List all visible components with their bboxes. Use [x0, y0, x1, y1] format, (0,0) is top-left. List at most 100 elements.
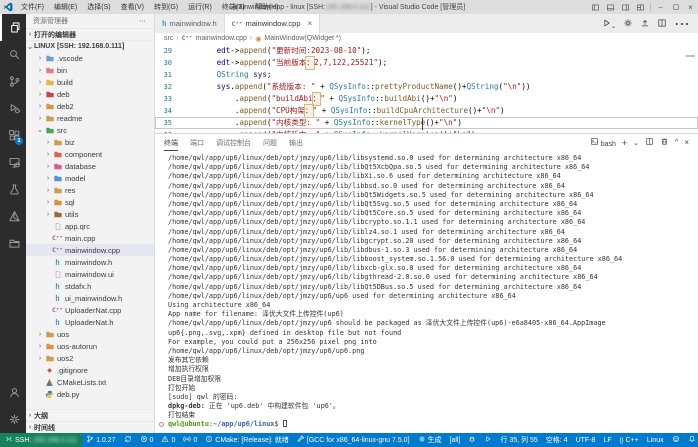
activity-item-remote-explorer[interactable] [0, 149, 26, 176]
settings-gear-icon[interactable] [623, 15, 633, 33]
tree-item-main.cpp[interactable]: C⁺⁺main.cpp [26, 232, 154, 244]
tree-item-bin[interactable]: ›bin [26, 64, 154, 76]
tree-item-.vscode[interactable]: ›.vscode [26, 52, 154, 64]
section-outline[interactable]: › 大纲 [26, 409, 154, 421]
status-encoding[interactable]: UTF-8 [572, 433, 600, 447]
breadcrumb-item[interactable]: src [164, 35, 173, 42]
tree-item-UploaderNat.cpp[interactable]: C⁺⁺UploaderNat.cpp [26, 304, 154, 316]
tree-item-database[interactable]: ›database [26, 160, 154, 172]
upload-icon[interactable] [640, 15, 650, 33]
section-open-editors[interactable]: › 打开的编辑器 [26, 28, 154, 40]
code-editor[interactable]: 29 edt->append("更新时间:2023-08-10");30 edt… [155, 44, 698, 133]
tree-item-mainwindow.cpp[interactable]: C⁺⁺mainwindow.cpp [26, 244, 154, 256]
status-cmake-kit[interactable]: [GCC for x86_64-linux-gnu 7.5.0] [293, 433, 414, 447]
status-notifications-bell[interactable] [684, 433, 698, 447]
minimize-icon[interactable]: – [653, 0, 668, 14]
new-terminal-button[interactable]: + [622, 138, 627, 148]
tree-item-uos2[interactable]: ›uos2 [26, 352, 154, 364]
status-cmake-status[interactable]: CMake: [Release]: 就绪 [201, 433, 293, 447]
tree-item-deb[interactable]: ›deb [26, 88, 154, 100]
status-remote-os[interactable]: Linux [643, 433, 668, 447]
status-cmake-target[interactable]: [all] [446, 433, 465, 447]
split-editor-icon[interactable] [657, 15, 667, 33]
tree-item-uos[interactable]: ›uos [26, 328, 154, 340]
breadcrumb-item[interactable]: mainwindow.cpp [196, 35, 247, 42]
kill-terminal-trash-icon[interactable] [660, 137, 669, 148]
status-eol[interactable]: LF [599, 433, 615, 447]
tree-item-mainwindow.ui[interactable]: mainwindow.ui [26, 268, 154, 280]
close-tab-icon[interactable]: × [308, 19, 313, 28]
layout-panel-toggle-icon[interactable] [603, 0, 618, 14]
activity-item-search[interactable] [0, 41, 26, 68]
tree-item-model[interactable]: ›model [26, 172, 154, 184]
tree-item-app.qrc[interactable]: app.qrc [26, 220, 154, 232]
status-warnings-count[interactable]: 0 [157, 433, 179, 447]
more-actions-icon[interactable]: ⋯ [674, 14, 691, 34]
section-timeline[interactable]: › 时间线 [26, 421, 154, 433]
layout-sidebar-toggle-icon[interactable] [588, 0, 603, 14]
panel-tab-终端[interactable]: 终端 [164, 135, 178, 151]
status-sync-changes[interactable] [120, 433, 136, 447]
maximize-icon[interactable] [668, 0, 683, 14]
tree-item-component[interactable]: ›component [26, 148, 154, 160]
activity-item-explorer[interactable] [0, 14, 26, 41]
activity-item-source-control[interactable] [0, 68, 26, 95]
activity-item-extensions[interactable]: 1 [0, 122, 26, 149]
tree-item-mainwindow.h[interactable]: hmainwindow.h [26, 256, 154, 268]
status-language-mode[interactable]: {}C++ [616, 433, 643, 447]
panel-tab-调试控制台[interactable]: 调试控制台 [216, 135, 251, 151]
tree-item-CMakeLists.txt[interactable]: CMakeLists.txt [26, 376, 154, 388]
activity-item-settings[interactable] [0, 406, 26, 433]
activity-item-project-manager[interactable] [0, 230, 26, 257]
section-workspace[interactable]: ⌄ LINUX [SSH: 192.168.0.111] [26, 40, 154, 52]
activity-item-run-debug[interactable] [0, 95, 26, 122]
launch-profile-chevron-icon[interactable]: ⌄ [633, 139, 639, 147]
terminal[interactable]: /home/qwl/app/up6/linux/deb/opt/jmzy/up6… [155, 151, 698, 433]
breadcrumb-item[interactable]: MainWindow(QWidget *) [264, 35, 341, 42]
status-feedback[interactable] [668, 433, 684, 447]
tree-item-uos-autorun[interactable]: ›uos-autorun [26, 340, 154, 352]
menubar-item[interactable]: 文件(F) [16, 2, 49, 12]
tree-item-sql[interactable]: ›sql [26, 196, 154, 208]
layout-secondary-sidebar-toggle-icon[interactable] [618, 0, 633, 14]
menubar-item[interactable]: 转到(G) [149, 2, 183, 12]
terminal-profile-selector[interactable]: bash [590, 137, 616, 148]
tree-item-UploaderNat.h[interactable]: hUploaderNat.h [26, 316, 154, 328]
menubar-item[interactable]: 编辑(E) [49, 2, 82, 12]
layout-customize-icon[interactable] [633, 0, 648, 14]
activity-item-cmake[interactable] [0, 203, 26, 230]
status-cmake-debug-button[interactable] [464, 433, 480, 447]
status-cmake-build-button[interactable]: 生成 [414, 433, 446, 447]
run-file-button[interactable]: ⌄ [602, 15, 616, 33]
status-git-branch[interactable]: 1.0.27 [82, 433, 119, 447]
panel-tab-端口[interactable]: 端口 [190, 135, 204, 151]
tab-mainwindow.h[interactable]: hmainwindow.h [155, 14, 225, 33]
tree-item-.gitignore[interactable]: ◆.gitignore [26, 364, 154, 376]
status-indentation[interactable]: 空格: 4 [542, 433, 572, 447]
tree-item-stdafx.h[interactable]: hstdafx.h [26, 280, 154, 292]
activity-item-testing[interactable] [0, 176, 26, 203]
close-panel-icon[interactable]: × [684, 138, 689, 147]
menubar-item[interactable]: 运行(R) [183, 2, 217, 12]
panel-tab-问题[interactable]: 问题 [263, 135, 277, 151]
breadcrumb[interactable]: src›C⁺⁺mainwindow.cpp›◉MainWindow(QWidge… [155, 33, 698, 44]
tree-item-readme[interactable]: ›readme [26, 112, 154, 124]
panel-tab-输出[interactable]: 输出 [289, 135, 303, 151]
tree-item-biz[interactable]: ›biz [26, 136, 154, 148]
close-window-icon[interactable]: × [683, 0, 698, 14]
split-terminal-icon[interactable] [645, 137, 654, 148]
menubar-item[interactable]: 选择(S) [82, 2, 115, 12]
status-errors-count[interactable]: 0 [136, 433, 158, 447]
tree-item-res[interactable]: ›res [26, 184, 154, 196]
tree-item-deb2[interactable]: ›deb2 [26, 100, 154, 112]
status-cmake-launch-button[interactable] [480, 433, 496, 447]
tree-item-utils[interactable]: ›utils [26, 208, 154, 220]
tree-item-src[interactable]: ⌄src [26, 124, 154, 136]
tree-item-deb.py[interactable]: deb.py [26, 388, 154, 400]
tree-item-ui_mainwindow.h[interactable]: hui_mainwindow.h [26, 292, 154, 304]
remote-indicator[interactable]: SSH: 192.168.0.111 [0, 433, 82, 447]
tree-item-build[interactable]: ›build [26, 76, 154, 88]
activity-item-account[interactable] [0, 379, 26, 406]
tab-mainwindow.cpp[interactable]: C⁺⁺mainwindow.cpp× [225, 14, 321, 33]
status-cursor-position[interactable]: 行 35, 列 55 [496, 433, 541, 447]
